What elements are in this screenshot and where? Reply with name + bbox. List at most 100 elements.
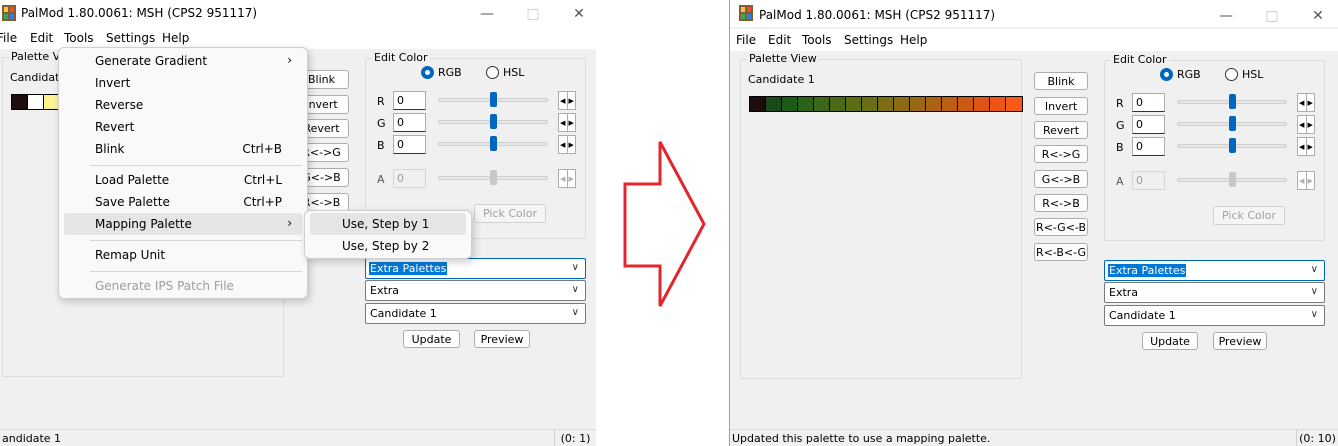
b-input[interactable]: 0	[1132, 137, 1165, 156]
arrow-right-icon[interactable]: ▶	[566, 114, 576, 131]
palette-group-combo[interactable]: Extra ∨	[365, 280, 586, 301]
a-input[interactable]: 0	[393, 169, 426, 188]
arrow-right-icon[interactable]: ▶	[1305, 116, 1315, 133]
b-spin[interactable]: ◀ ▶	[558, 135, 576, 154]
palette-swatch[interactable]	[782, 97, 798, 111]
close-button[interactable]: ✕	[1295, 2, 1338, 29]
arrow-left-icon[interactable]: ◀	[1298, 94, 1306, 111]
palette-name-combo[interactable]: Candidate 1 ∨	[365, 303, 586, 324]
palette-swatch[interactable]	[830, 97, 846, 111]
a-spin[interactable]: ◀ ▶	[1297, 171, 1315, 190]
menu-edit[interactable]: Edit	[30, 31, 53, 45]
palette-name-combo[interactable]: Candidate 1 ∨	[1104, 305, 1325, 326]
r-input[interactable]: 0	[393, 91, 426, 110]
g-slider-thumb[interactable]	[1229, 116, 1236, 131]
pick-color-button[interactable]: Pick Color	[1213, 206, 1285, 225]
palette-swatch[interactable]	[28, 95, 44, 109]
menu-save-palette[interactable]: Save Palette Ctrl+P	[64, 191, 302, 213]
submenu-step-1[interactable]: Use, Step by 1	[310, 213, 466, 235]
menu-generate-ips[interactable]: Generate IPS Patch File	[64, 275, 302, 297]
arrow-left-icon[interactable]: ◀	[1298, 116, 1306, 133]
swap-rb-button[interactable]: R<->B	[1034, 194, 1088, 212]
menu-help[interactable]: Help	[900, 33, 927, 47]
update-button[interactable]: Update	[1142, 332, 1198, 350]
swap-rg-button[interactable]: R<->G	[1034, 145, 1088, 163]
minimize-button[interactable]: —	[1203, 2, 1249, 29]
b-spin[interactable]: ◀ ▶	[1297, 137, 1315, 156]
menu-tools[interactable]: Tools	[802, 33, 832, 47]
a-slider-thumb[interactable]	[1229, 172, 1236, 187]
palette-type-combo[interactable]: Extra Palettes ∨	[1104, 260, 1325, 281]
r-input[interactable]: 0	[1132, 93, 1165, 112]
rotate-rgb-button[interactable]: R<-G<-B	[1034, 218, 1088, 236]
maximize-button[interactable]: □	[510, 0, 556, 27]
menu-settings[interactable]: Settings	[844, 33, 893, 47]
palette-swatch[interactable]	[878, 97, 894, 111]
close-button[interactable]: ✕	[556, 0, 596, 27]
hsl-radio[interactable]: HSL	[486, 66, 524, 79]
palette-swatch[interactable]	[814, 97, 830, 111]
b-slider-thumb[interactable]	[490, 136, 497, 151]
hsl-radio[interactable]: HSL	[1225, 68, 1263, 81]
palette-swatch[interactable]	[974, 97, 990, 111]
rgb-radio[interactable]: RGB	[421, 66, 462, 79]
menu-blink[interactable]: Blink Ctrl+B	[64, 138, 302, 160]
menu-revert[interactable]: Revert	[64, 116, 302, 138]
a-slider-thumb[interactable]	[490, 170, 497, 185]
preview-button[interactable]: Preview	[1213, 332, 1267, 350]
r-spin[interactable]: ◀ ▶	[558, 91, 576, 110]
arrow-left-icon[interactable]: ◀	[559, 170, 567, 187]
palette-swatch[interactable]	[894, 97, 910, 111]
menu-mapping-palette[interactable]: Mapping Palette ›	[64, 213, 302, 235]
palette-swatch[interactable]	[750, 97, 766, 111]
invert-button[interactable]: Invert	[1034, 97, 1088, 115]
swap-gb-button[interactable]: G<->B	[1034, 170, 1088, 188]
palette-swatch[interactable]	[926, 97, 942, 111]
palette-swatch[interactable]	[942, 97, 958, 111]
arrow-left-icon[interactable]: ◀	[1298, 172, 1306, 189]
menu-settings[interactable]: Settings	[106, 31, 155, 45]
palette-swatch[interactable]	[990, 97, 1006, 111]
arrow-left-icon[interactable]: ◀	[1298, 138, 1306, 155]
menu-file[interactable]: File	[736, 33, 756, 47]
arrow-right-icon[interactable]: ▶	[1305, 138, 1315, 155]
revert-button[interactable]: Revert	[1034, 121, 1088, 139]
arrow-right-icon[interactable]: ▶	[566, 170, 576, 187]
menu-file[interactable]: File	[0, 31, 17, 45]
palette-swatch[interactable]	[1006, 97, 1022, 111]
arrow-right-icon[interactable]: ▶	[566, 136, 576, 153]
palette-swatch[interactable]	[862, 97, 878, 111]
r-slider-thumb[interactable]	[490, 92, 497, 107]
arrow-left-icon[interactable]: ◀	[559, 92, 567, 109]
blink-button[interactable]: Blink	[1034, 72, 1088, 90]
arrow-left-icon[interactable]: ◀	[559, 114, 567, 131]
a-input[interactable]: 0	[1132, 171, 1165, 190]
arrow-right-icon[interactable]: ▶	[566, 92, 576, 109]
palette-group-combo[interactable]: Extra ∨	[1104, 282, 1325, 303]
preview-button[interactable]: Preview	[474, 330, 530, 348]
arrow-right-icon[interactable]: ▶	[1305, 94, 1315, 111]
palette-swatch[interactable]	[846, 97, 862, 111]
menu-edit[interactable]: Edit	[768, 33, 791, 47]
menu-invert[interactable]: Invert	[64, 72, 302, 94]
pick-color-button[interactable]: Pick Color	[474, 204, 546, 223]
r-spin[interactable]: ◀ ▶	[1297, 93, 1315, 112]
menu-remap-unit[interactable]: Remap Unit	[64, 244, 302, 266]
rotate-rbg-button[interactable]: R<-B<-G	[1034, 243, 1088, 261]
maximize-button[interactable]: □	[1249, 2, 1295, 29]
arrow-left-icon[interactable]: ◀	[559, 136, 567, 153]
menu-reverse[interactable]: Reverse	[64, 94, 302, 116]
palette-swatch[interactable]	[798, 97, 814, 111]
palette-type-combo[interactable]: Extra Palettes ∨	[365, 258, 586, 279]
b-input[interactable]: 0	[393, 135, 426, 154]
palette-swatch[interactable]	[958, 97, 974, 111]
g-input[interactable]: 0	[1132, 115, 1165, 134]
minimize-button[interactable]: —	[464, 0, 510, 27]
b-slider-thumb[interactable]	[1229, 138, 1236, 153]
g-input[interactable]: 0	[393, 113, 426, 132]
palette-swatch[interactable]	[12, 95, 28, 109]
g-spin[interactable]: ◀ ▶	[558, 113, 576, 132]
menu-help[interactable]: Help	[162, 31, 189, 45]
palette-swatch[interactable]	[766, 97, 782, 111]
menu-load-palette[interactable]: Load Palette Ctrl+L	[64, 169, 302, 191]
